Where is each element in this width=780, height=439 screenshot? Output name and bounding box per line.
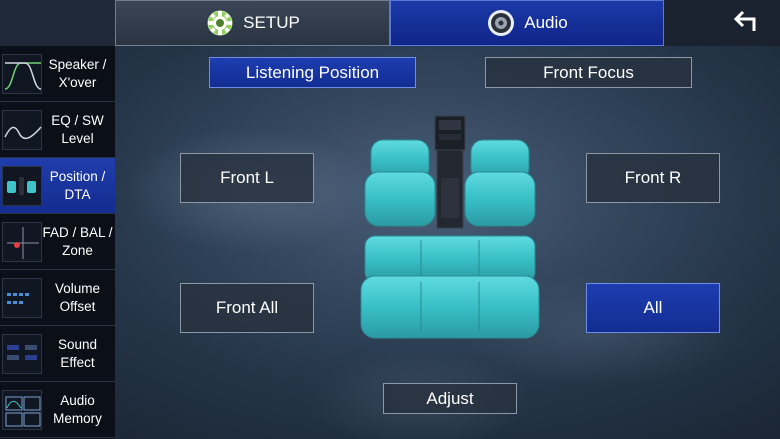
sidebar-item-volume-offset[interactable]: Volume Offset <box>0 270 115 326</box>
sidebar: Speaker / X'over EQ / SW Level Position … <box>0 46 115 439</box>
sidebar-item-eq-sw[interactable]: EQ / SW Level <box>0 102 115 158</box>
sidebar-item-sound-effect[interactable]: Sound Effect <box>0 326 115 382</box>
tab-audio[interactable]: Audio <box>390 0 664 46</box>
top-bar: SETUP Audio <box>0 0 780 46</box>
volume-offset-thumbnail-icon <box>2 278 42 318</box>
car-seats-illustration <box>355 110 545 345</box>
sidebar-item-position-dta[interactable]: Position / DTA <box>0 158 115 214</box>
all-button[interactable]: All <box>586 283 720 333</box>
sidebar-item-label: Volume Offset <box>54 281 101 314</box>
front-r-button[interactable]: Front R <box>586 153 720 203</box>
listening-position-button[interactable]: Listening Position <box>209 57 416 88</box>
sidebar-item-label: Sound Effect <box>57 337 98 370</box>
sidebar-item-fad-bal-zone[interactable]: FAD / BAL / Zone <box>0 214 115 270</box>
sidebar-item-label: Speaker / X'over <box>48 57 107 90</box>
gear-icon <box>205 8 235 38</box>
audio-memory-thumbnail-icon <box>2 390 42 430</box>
fader-balance-thumbnail-icon <box>2 222 42 262</box>
eq-thumbnail-icon <box>2 110 42 150</box>
speaker-icon <box>486 8 516 38</box>
front-l-button[interactable]: Front L <box>180 153 314 203</box>
top-left-corner <box>0 0 115 46</box>
sidebar-item-label: Audio Memory <box>53 393 102 426</box>
back-arrow-icon <box>732 9 758 38</box>
sidebar-item-audio-memory[interactable]: Audio Memory <box>0 382 115 438</box>
adjust-button[interactable]: Adjust <box>383 383 517 414</box>
speaker-xover-thumbnail-icon <box>2 54 42 94</box>
sidebar-item-speaker-xover[interactable]: Speaker / X'over <box>0 46 115 102</box>
sound-effect-thumbnail-icon <box>2 334 42 374</box>
tab-audio-label: Audio <box>524 13 568 32</box>
tab-setup-label: SETUP <box>243 13 300 32</box>
sidebar-item-label: Position / DTA <box>49 169 106 202</box>
front-all-button[interactable]: Front All <box>180 283 314 333</box>
sidebar-item-label: FAD / BAL / Zone <box>42 225 113 258</box>
tab-setup[interactable]: SETUP <box>115 0 390 46</box>
sidebar-item-label: EQ / SW Level <box>51 113 104 146</box>
front-focus-button[interactable]: Front Focus <box>485 57 692 88</box>
back-button[interactable] <box>715 4 775 42</box>
position-thumbnail-icon <box>2 166 42 206</box>
